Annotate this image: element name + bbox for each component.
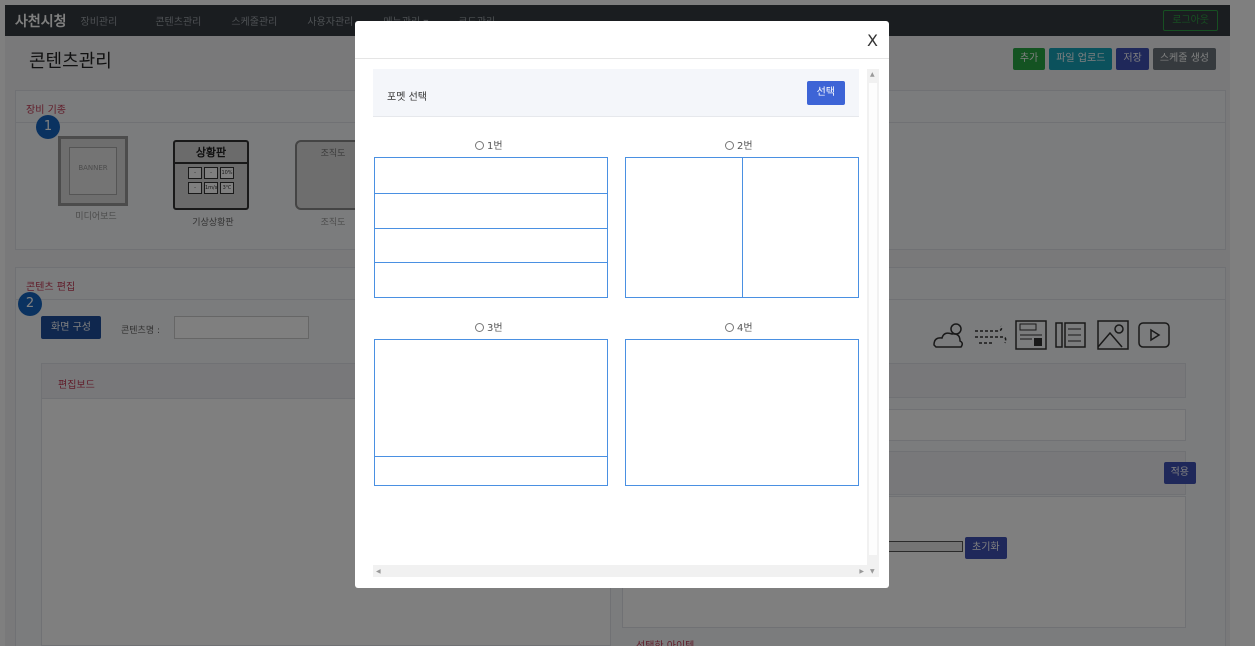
radio-icon[interactable] <box>475 323 484 332</box>
option-label: 1번 <box>487 141 503 152</box>
layout-divider <box>375 227 607 229</box>
layout-divider <box>742 158 743 297</box>
layout-preview-2[interactable] <box>625 157 859 298</box>
layout-preview-3[interactable] <box>374 339 608 486</box>
modal-divider <box>355 58 889 59</box>
scroll-up-icon[interactable]: ▲ <box>870 71 875 78</box>
format-option-2[interactable]: 2번 <box>725 137 753 152</box>
format-select-modal: X 포멧 선택 선택 1번 2번 3번 4번 ▲ ▼ ◀ ▶ <box>355 21 889 588</box>
radio-icon[interactable] <box>475 141 484 150</box>
layout-divider <box>375 456 607 457</box>
modal-body: 포멧 선택 선택 1번 2번 3번 4번 ▲ ▼ ◀ ▶ <box>373 69 879 577</box>
option-label: 4번 <box>737 323 753 334</box>
layout-preview-4[interactable] <box>625 339 859 486</box>
format-option-4[interactable]: 4번 <box>725 319 753 334</box>
scroll-right-icon[interactable]: ▶ <box>859 568 864 575</box>
layout-divider <box>375 192 607 194</box>
format-title: 포멧 선택 <box>387 92 427 103</box>
scroll-left-icon[interactable]: ◀ <box>376 568 381 575</box>
option-label: 3번 <box>487 323 503 334</box>
vertical-scrollbar[interactable]: ▲ ▼ <box>867 69 879 577</box>
scroll-down-icon[interactable]: ▼ <box>870 568 875 575</box>
close-icon[interactable]: X <box>867 31 878 50</box>
layout-divider <box>375 262 607 264</box>
radio-icon[interactable] <box>725 323 734 332</box>
vertical-scroll-thumb[interactable] <box>869 83 877 555</box>
select-button[interactable]: 선택 <box>806 81 845 105</box>
layout-preview-1[interactable] <box>374 157 608 298</box>
format-option-3[interactable]: 3번 <box>475 319 503 334</box>
format-header: 포멧 선택 선택 <box>373 69 859 117</box>
option-label: 2번 <box>737 141 753 152</box>
radio-icon[interactable] <box>725 141 734 150</box>
horizontal-scrollbar[interactable]: ◀ ▶ <box>373 565 867 577</box>
format-option-1[interactable]: 1번 <box>475 137 503 152</box>
